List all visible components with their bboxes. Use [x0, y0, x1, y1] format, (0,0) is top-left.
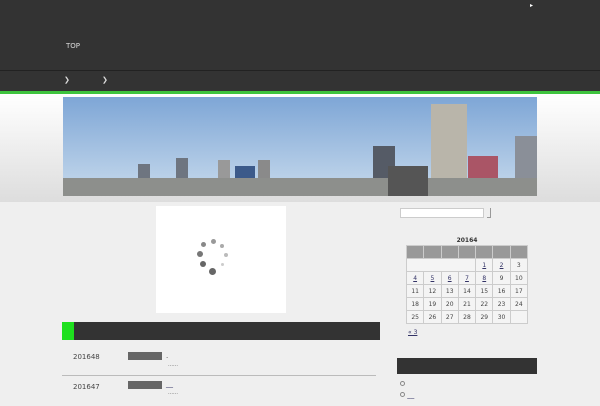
calendar-day: 3 — [509, 258, 529, 272]
calendar-week: 18 19 20 21 22 23 24 — [405, 297, 529, 311]
calendar-day[interactable]: 6 — [440, 271, 459, 285]
sidebar-heading-bar — [397, 358, 537, 374]
calendar-day-link[interactable]: 6 — [448, 275, 452, 282]
calendar-day-link[interactable]: 8 — [482, 275, 486, 282]
calendar-day: 12 — [423, 284, 442, 298]
calendar-empty — [405, 258, 477, 272]
bullet-icon — [400, 381, 405, 386]
calendar-day: 9 — [492, 271, 511, 285]
post-excerpt: …… — [168, 390, 178, 396]
calendar-day: 16 — [492, 284, 511, 298]
calendar-day: 26 — [423, 310, 442, 324]
category-badge[interactable] — [128, 381, 162, 389]
calendar-day: 19 — [423, 297, 442, 311]
calendar-day: 30 — [492, 310, 511, 324]
calendar-day[interactable]: 2 — [492, 258, 511, 272]
calendar-day: 27 — [440, 310, 459, 324]
post-title[interactable]: __ — [166, 380, 173, 388]
calendar-day[interactable]: 8 — [475, 271, 494, 285]
post-date: 201648 — [73, 353, 100, 361]
calendar-day-link[interactable]: 5 — [431, 275, 435, 282]
post-item[interactable]: 201648 . …… — [62, 346, 376, 376]
post-date: 201647 — [73, 383, 100, 391]
calendar-day: 29 — [475, 310, 494, 324]
category-badge[interactable] — [128, 352, 162, 360]
calendar-day: 28 — [457, 310, 477, 324]
calendar-day: 21 — [457, 297, 477, 311]
sidebar-list: __ — [400, 380, 414, 399]
heading-accent — [62, 322, 74, 340]
calendar-day: 10 — [509, 271, 529, 285]
calendar-week: 11 12 13 14 15 16 17 — [405, 284, 529, 298]
post-item[interactable]: 201647 __ …… — [62, 376, 380, 406]
calendar-week: 25 26 27 28 29 30 — [405, 310, 529, 324]
calendar-day — [509, 310, 529, 324]
calendar-day: 23 — [492, 297, 511, 311]
calendar-day-link[interactable]: 7 — [465, 275, 469, 282]
calendar-day-link[interactable]: 1 — [482, 262, 486, 269]
calendar-day[interactable]: 5 — [423, 271, 442, 285]
site-header: ▸ TOP — [0, 0, 600, 70]
calendar-day[interactable]: 7 — [457, 271, 477, 285]
sidebar-link[interactable]: __ — [407, 391, 414, 399]
calendar-day[interactable]: 1 — [475, 258, 494, 272]
calendar-day[interactable]: 4 — [405, 271, 425, 285]
calendar-day: 20 — [440, 297, 459, 311]
calendar-day: 17 — [509, 284, 529, 298]
calendar-day-link[interactable]: 2 — [500, 262, 504, 269]
calendar-day: 13 — [440, 284, 459, 298]
calendar-week: 1 23 — [405, 258, 529, 272]
bullet-icon — [400, 392, 405, 397]
nav-item-1[interactable]: ❯ — [64, 76, 70, 84]
post-list: 201648 . …… 201647 __ …… — [62, 346, 380, 406]
calendar-day-link[interactable]: 4 — [413, 275, 417, 282]
calendar-day: 18 — [405, 297, 425, 311]
play-icon[interactable]: ▸ — [530, 2, 533, 9]
calendar-day: 11 — [405, 284, 425, 298]
loading-box — [156, 206, 286, 313]
calendar-prev-link[interactable]: « 3 — [408, 329, 417, 336]
city-banner-image — [63, 97, 537, 196]
search-input[interactable] — [400, 208, 484, 218]
calendar-day: 25 — [405, 310, 425, 324]
calendar: 1 2 3 4 5 6 7 8 9 10 11 12 13 14 15 16 17 18 19 20 21 22 23 24 2… — [405, 245, 529, 324]
post-excerpt: …… — [168, 362, 178, 368]
calendar-day: 14 — [457, 284, 477, 298]
calendar-day: 15 — [475, 284, 494, 298]
main-nav: ❯ ❯ — [0, 70, 600, 91]
calendar-day: 24 — [509, 297, 529, 311]
section-heading-bar — [62, 322, 380, 340]
nav-item-2[interactable]: ❯ — [102, 76, 108, 84]
calendar-caption: 20164 — [456, 237, 478, 244]
calendar-week: 4 5 6 7 8 9 10 — [405, 271, 529, 285]
calendar-day: 22 — [475, 297, 494, 311]
nav-top-link[interactable]: TOP — [66, 42, 80, 50]
post-title[interactable]: . — [166, 352, 168, 360]
search-button[interactable] — [487, 208, 491, 218]
